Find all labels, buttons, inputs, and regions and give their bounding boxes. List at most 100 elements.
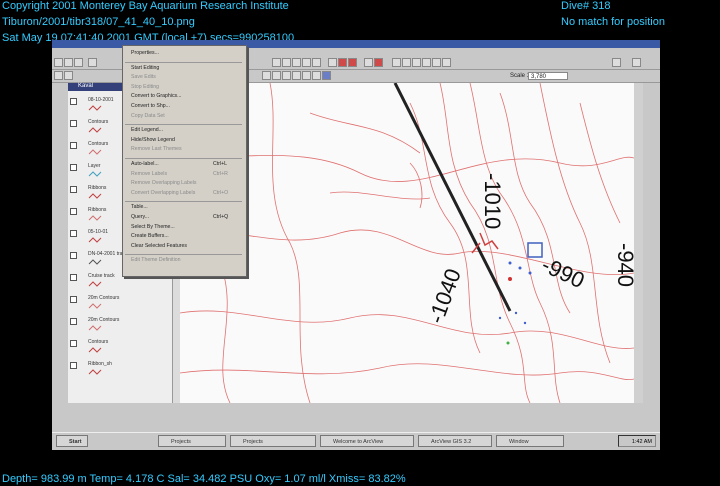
taskbar-task-button[interactable]: Projects [230,435,316,447]
save-icon[interactable] [74,58,83,67]
layer-visibility-checkbox[interactable] [70,340,77,347]
context-menu-item[interactable]: Edit Legend... [131,127,163,133]
dive-number-overlay: Dive# 318 [561,0,611,12]
layer-name: Ribbons [88,207,107,213]
context-menu-item[interactable]: Hide/Show Legend [131,137,175,143]
taskbar-task-button[interactable]: ArcView GIS 3.2 [418,435,492,447]
layer-name: 05-10-01 [88,229,109,235]
query-icon[interactable] [328,58,337,67]
scale-input[interactable]: 3,780 [528,72,568,80]
layer-legend-symbol-icon [88,347,102,353]
layer-visibility-checkbox[interactable] [70,186,77,193]
context-menu-item[interactable]: Start Editing [131,65,159,71]
copyright-overlay: Copyright 2001 Monterey Bay Aquarium Res… [2,0,289,12]
zoom-full-icon[interactable] [302,58,311,67]
layer-visibility-checkbox[interactable] [70,296,77,303]
layer-name: Layer [88,163,101,169]
layer-visibility-checkbox[interactable] [70,252,77,259]
close-icon[interactable] [632,58,641,67]
depth-label-940: -940 [613,243,634,287]
context-menu-item[interactable]: Convert to Graphics... [131,93,181,99]
layer-legend-symbol-icon [88,127,102,133]
layer-legend-symbol-icon [88,259,102,265]
hotlink-tool-icon[interactable] [322,71,331,80]
layer-name: Ribbons [88,185,107,191]
table-icon[interactable] [392,58,401,67]
context-menu-item[interactable]: Convert to Shp... [131,103,170,109]
new-icon[interactable] [54,58,63,67]
menu-separator [125,158,242,159]
start-button[interactable]: Start [56,435,88,447]
pan-tool-icon[interactable] [262,71,271,80]
layer-name: Ribbon_sh [88,361,112,367]
layer-visibility-checkbox[interactable] [70,362,77,369]
layer-name: Contours [88,339,109,345]
context-menu-item[interactable]: Clear Selected Features [131,243,187,249]
layer-visibility-checkbox[interactable] [70,164,77,171]
menu-separator [125,124,242,126]
toc-layer-item[interactable]: Ribbon_sh [68,359,180,379]
layer-legend-symbol-icon [88,303,102,309]
context-menu-item[interactable]: Auto-label... [131,161,159,167]
context-menu-item: Save Edits [131,74,156,81]
layer-visibility-checkbox[interactable] [70,142,77,149]
stop-icon[interactable] [374,58,383,67]
sum-icon[interactable] [422,58,431,67]
toc-layer-item[interactable]: 20m Contours [68,315,180,335]
layer-legend-symbol-icon [88,105,102,111]
context-menu-item: Stop Editing [131,83,159,90]
layer-visibility-checkbox[interactable] [70,120,77,127]
layer-visibility-checkbox[interactable] [70,98,77,105]
graph-icon[interactable] [432,58,441,67]
map-scrollbar[interactable] [634,83,643,403]
help-icon[interactable] [612,58,621,67]
layer-legend-symbol-icon [88,237,102,243]
layer-visibility-checkbox[interactable] [70,208,77,215]
text-tool-icon[interactable] [302,71,311,80]
layer-icon[interactable] [272,58,281,67]
menu-separator [125,201,242,203]
context-menu-item: Convert Overlapping Labels [131,189,196,196]
layer-visibility-checkbox[interactable] [70,230,77,237]
record-icon[interactable] [348,58,357,67]
select-icon[interactable] [292,58,301,67]
theme-context-menu: Properties... Start Editing Save Edits Stop… [122,45,247,277]
menu-separator [125,254,242,256]
taskbar-task-button[interactable]: Projects [158,435,226,447]
zoom-active-icon[interactable] [312,58,321,67]
zoom-in-tool-icon[interactable] [272,71,281,80]
context-menu-item[interactable]: Create Buffers... [131,233,169,239]
locate-icon[interactable] [338,58,347,67]
layer-legend-symbol-icon [88,215,102,221]
context-menu-item[interactable]: Table... [131,204,148,210]
context-menu-item[interactable]: Properties... [131,50,159,56]
identify-icon[interactable] [282,58,291,67]
open-icon[interactable] [64,58,73,67]
menu-shortcut: Ctrl+Q [213,214,229,220]
layer-visibility-checkbox[interactable] [70,318,77,325]
taskbar: Start Projects Projects Welcome to ArcView… [52,432,660,450]
add-theme-icon[interactable] [88,58,97,67]
taskbar-task-button[interactable]: Window [496,435,564,447]
info-tool-icon[interactable] [64,71,73,80]
measure-tool-icon[interactable] [292,71,301,80]
layer-name: 20m Contours [88,317,120,323]
script-icon[interactable] [442,58,451,67]
map-view[interactable]: -1010 -1040 -990 -940 [180,83,634,403]
depth-label-1040: -1040 [423,265,466,326]
layer-legend-symbol-icon [88,325,102,331]
find-icon[interactable] [412,58,421,67]
context-menu-item: Remove Labels [131,170,168,177]
taskbar-task-button[interactable]: Welcome to ArcView [320,435,414,447]
context-menu-item[interactable]: Select By Theme... [131,224,175,230]
chart-icon[interactable] [364,58,373,67]
pointer-tool-icon[interactable] [54,71,63,80]
zoom-out-tool-icon[interactable] [282,71,291,80]
toc-layer-item[interactable]: Contours [68,337,180,357]
context-menu-item: Copy Data Set [131,112,165,119]
layer-visibility-checkbox[interactable] [70,274,77,281]
layout-icon[interactable] [402,58,411,67]
context-menu-item[interactable]: Query... [131,214,149,220]
draw-tool-icon[interactable] [312,71,321,80]
toc-layer-item[interactable]: 20m Contours [68,293,180,313]
